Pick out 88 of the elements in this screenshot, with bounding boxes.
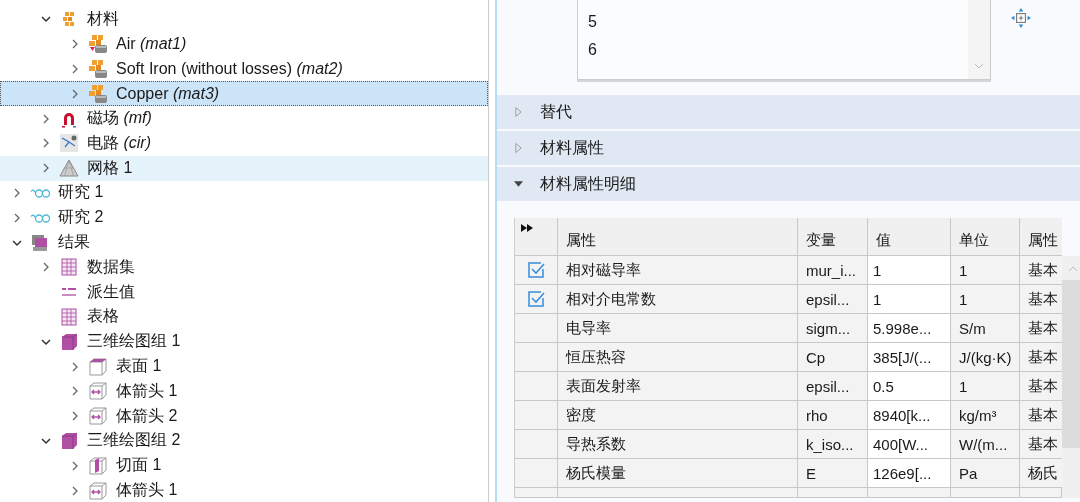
table-cell[interactable]: 126e9[... [868,459,951,488]
scrollbar[interactable] [1062,256,1080,498]
tree-item[interactable]: 体箭头 1 [0,378,488,404]
material-icon [88,34,108,55]
chevron-icon[interactable] [70,411,80,422]
chevron-icon[interactable] [70,361,80,372]
material-icon [88,59,108,79]
dataset-icon [59,257,79,278]
chevron-icon[interactable] [70,64,80,74]
column-header[interactable]: 属性 [1020,218,1062,256]
arrow-cube-icon [88,381,108,402]
arrow-cube-icon [88,406,108,427]
tree-item[interactable]: Soft Iron (without losses) (mat2) [0,56,488,82]
chevron-icon[interactable] [12,212,22,223]
list-item[interactable]: 5 [588,8,968,36]
tree-item[interactable]: 切面 1 [0,453,488,479]
cube-icon [59,430,79,451]
chevron-icon[interactable] [12,187,22,198]
table-cell[interactable]: 385[J/(... [868,343,951,372]
chevron-icon[interactable] [41,113,51,124]
table-row[interactable]: 相对介电常数 epsil... 1 1 基本 [515,285,1062,314]
table-row[interactable]: 导热系数 k_iso... 400[W... W/(m... 基本 [515,430,1062,459]
tree-item[interactable]: 研究 2 [0,205,488,231]
table-cell[interactable]: 400[W... [868,430,951,459]
tree-item[interactable]: 电路 (cir) [0,131,488,156]
table-cell[interactable]: 1 [868,285,951,314]
tree-item[interactable]: 网格 1 [0,155,488,181]
tree-item[interactable]: 磁场 (mf) [0,106,488,131]
tree-item[interactable]: Copper (mat3) [0,81,488,107]
table-cell[interactable]: 1 [868,256,951,285]
chevron-icon[interactable] [41,336,51,347]
table-row[interactable]: 密度 rho 8940[k... kg/m³ 基本 [515,401,1062,430]
section-header[interactable]: 材料属性明细 [497,167,1080,201]
expand-triangle-icon[interactable] [514,179,523,189]
table-row[interactable]: 表面发射率 epsil... 0.5 1 基本 [515,372,1062,401]
chevron-icon[interactable] [70,386,80,397]
slice-cube-icon [88,455,108,476]
glasses-icon [30,187,50,198]
table-cell[interactable]: 5.998e... [868,314,951,343]
chevron-icon[interactable] [12,237,22,248]
tree-item[interactable]: 三维绘图组 1 [0,329,488,355]
column-header[interactable]: 变量 [798,218,868,256]
circuit-icon [59,133,79,154]
chevron-icon[interactable] [70,485,80,496]
column-header[interactable]: 属性 [558,218,798,256]
tree-item[interactable]: 体箭头 2 [0,403,488,429]
tree-item[interactable]: 体箭头 1 [0,478,488,502]
material-icon [88,83,108,104]
table-icon [59,306,79,327]
move-icon[interactable] [1010,7,1032,29]
chevron-icon[interactable] [70,39,80,50]
column-header[interactable]: 值 [868,218,951,256]
chevron-icon[interactable] [41,262,51,273]
table-row[interactable]: 恒压热容 Cp 385[J/(... J/(kg·K) 基本 [515,343,1062,372]
tree-item[interactable]: 三维绘图组 2 [0,428,488,454]
tree-item[interactable]: 研究 1 [0,180,488,206]
cube-icon [59,331,79,352]
surface-cube-icon [88,356,108,377]
chevron-icon[interactable] [41,138,51,149]
selection-list[interactable]: 5 6 [577,0,991,80]
scrollbar-thumb[interactable] [1062,280,1080,448]
glasses-icon [30,212,50,223]
chevron-icon[interactable] [41,435,51,446]
chevron-icon[interactable] [41,14,51,25]
tree-item[interactable]: Air (mat1) [0,31,488,57]
list-item[interactable]: 6 [588,36,968,64]
table-row[interactable]: 相对磁导率 mur_i... 1 1 基本 [515,256,1062,285]
tree-item[interactable]: 派生值 [0,279,488,305]
tree-item[interactable]: 材料 [0,7,488,32]
tree-item[interactable]: 数据集 [0,254,488,280]
column-header[interactable]: 单位 [951,218,1020,256]
table-row[interactable]: 杨氏模量 E 126e9[... Pa 杨氏 [515,459,1062,488]
section-header[interactable]: 替代 [497,95,1080,129]
section-header[interactable]: 材料属性 [497,131,1080,165]
checkbox[interactable] [526,260,546,280]
table-cell[interactable]: 0.5 [868,372,951,401]
fast-forward-icon[interactable] [521,224,533,232]
chevron-icon[interactable] [70,460,80,471]
tree-item[interactable]: 结果 [0,230,488,255]
checkbox[interactable] [526,289,546,309]
scrollbar[interactable] [968,0,990,79]
derived-values-icon [59,287,79,298]
mesh-triangle-icon [59,158,79,179]
tree-item[interactable]: 表面 1 [0,354,488,379]
tree-item[interactable]: 表格 [0,304,488,330]
results-icon [30,232,50,253]
table-row[interactable]: 电导率 sigm... 5.998e... S/m 基本 [515,314,1062,343]
table-cell[interactable]: 8940[k... [868,401,951,430]
